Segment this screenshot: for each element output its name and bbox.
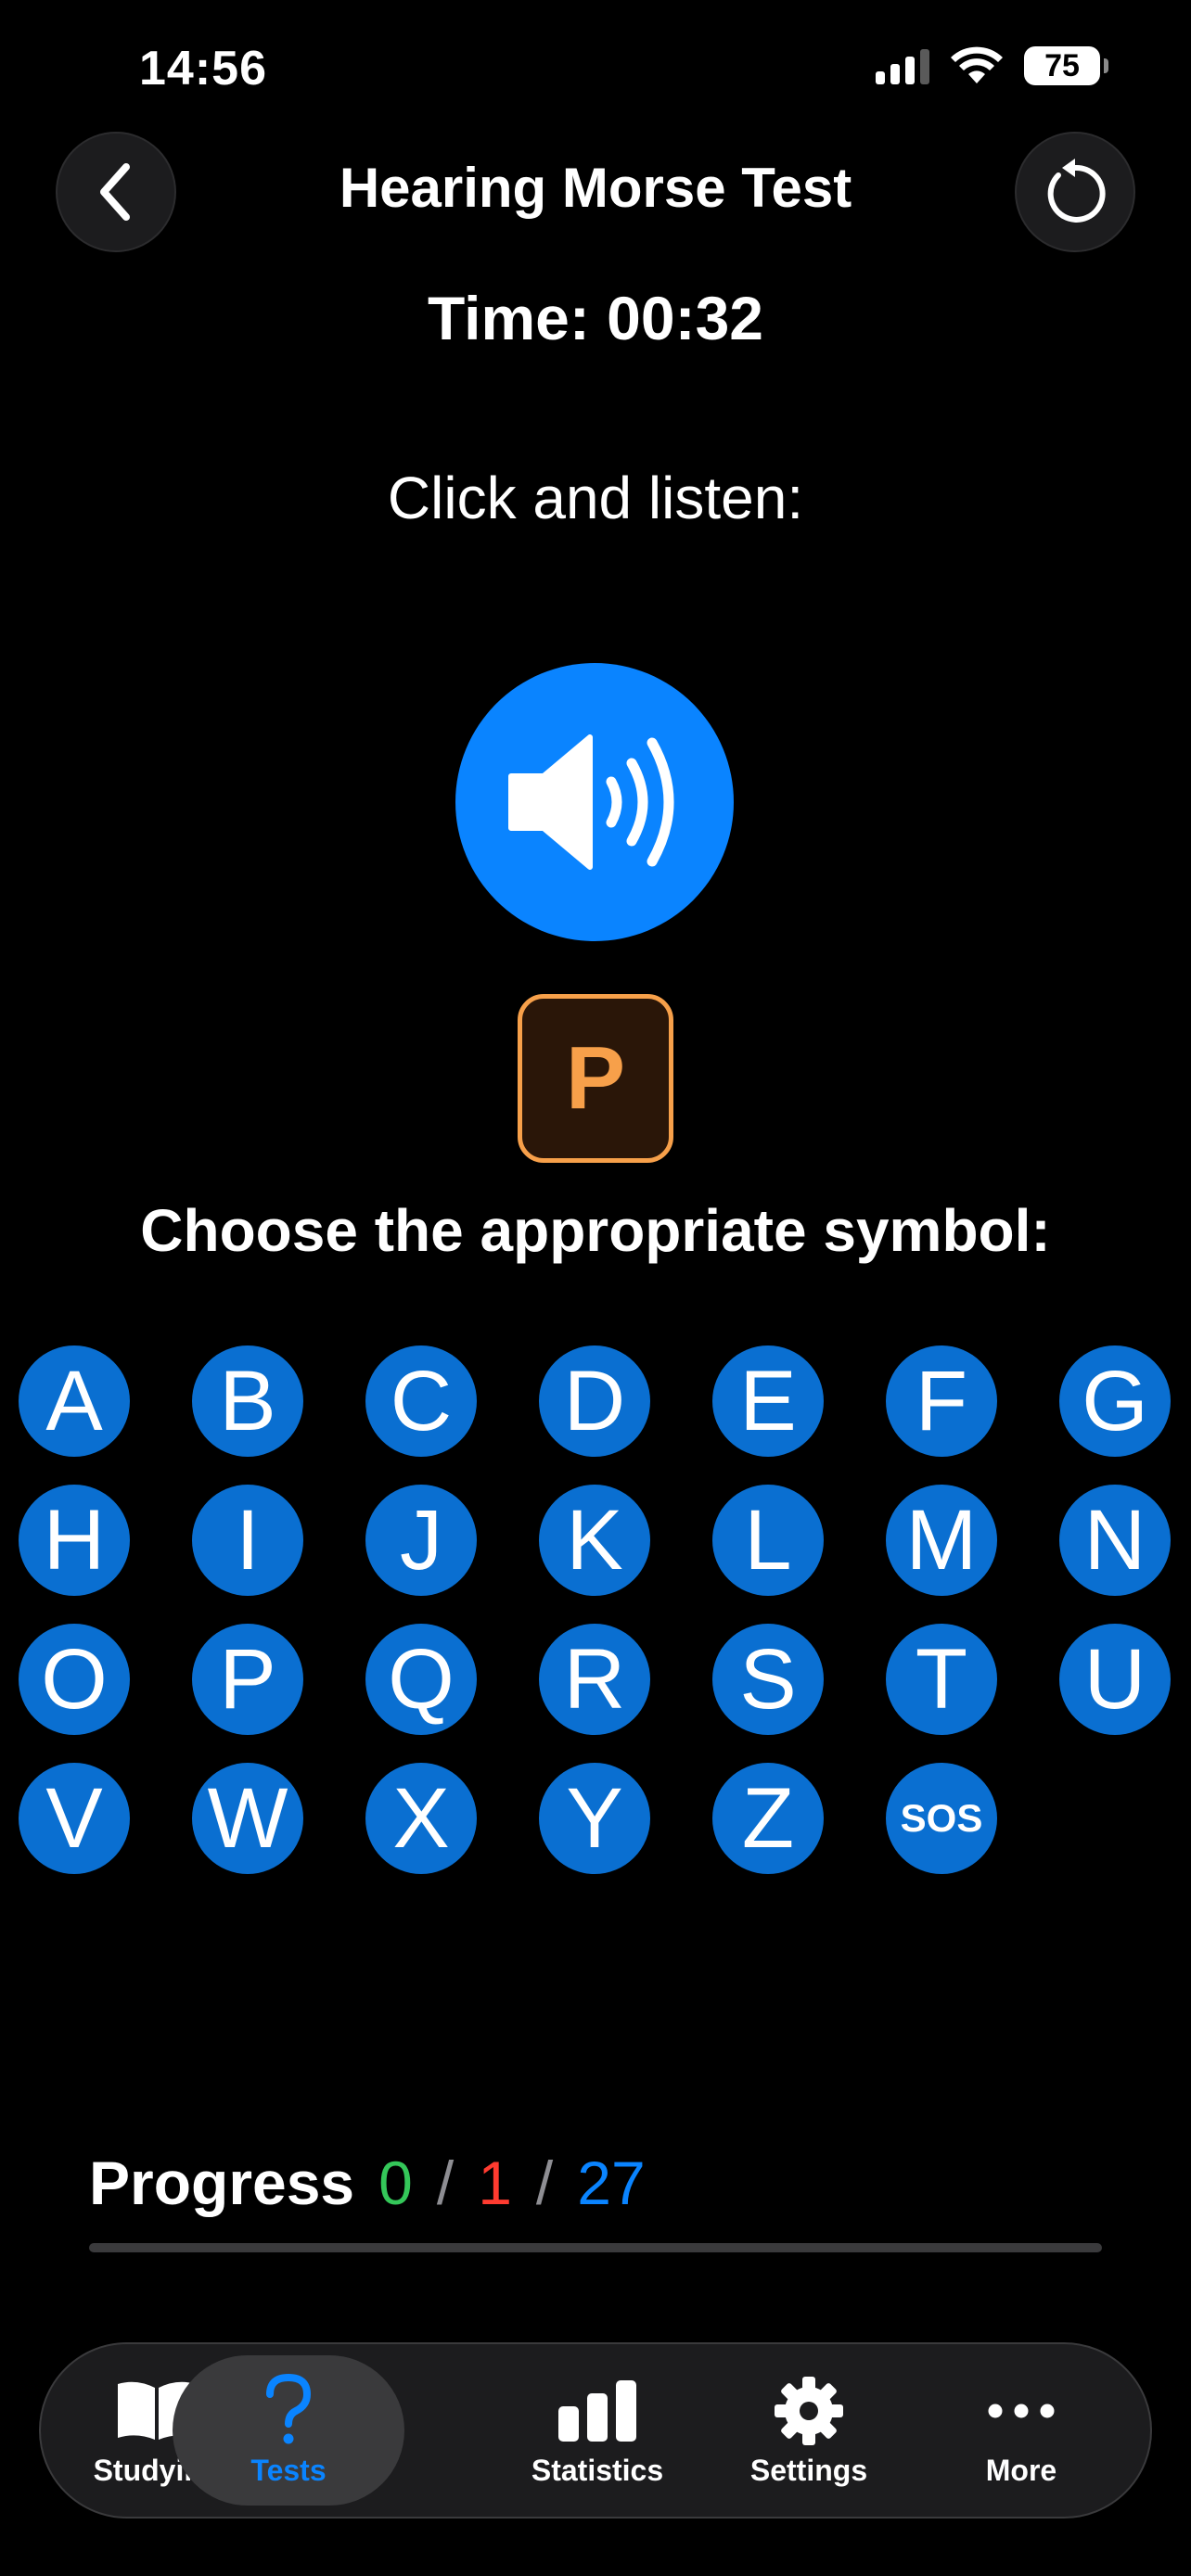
letter-button-j[interactable]: J bbox=[365, 1485, 477, 1596]
status-icons: 75 bbox=[876, 46, 1108, 85]
progress-separator: / bbox=[535, 2149, 554, 2217]
ellipsis-icon bbox=[988, 2404, 1055, 2417]
letter-button-v[interactable]: V bbox=[19, 1763, 130, 1874]
tab-label: Tests bbox=[250, 2453, 327, 2487]
play-sound-button[interactable] bbox=[455, 663, 734, 941]
letter-button-s[interactable]: S bbox=[712, 1624, 824, 1735]
cellular-signal-icon bbox=[876, 47, 929, 84]
letter-button-e[interactable]: E bbox=[712, 1345, 824, 1457]
speaker-icon bbox=[508, 734, 674, 870]
restart-icon bbox=[1047, 159, 1106, 223]
question-mark-icon bbox=[266, 2373, 312, 2443]
letter-button-m[interactable]: M bbox=[886, 1485, 997, 1596]
choose-prompt: Choose the appropriate symbol: bbox=[140, 1197, 1051, 1264]
bar-chart-icon bbox=[558, 2379, 636, 2442]
progress-bar bbox=[89, 2243, 1102, 2252]
battery-icon: 75 bbox=[1024, 46, 1108, 85]
progress-label: Progress bbox=[89, 2149, 355, 2217]
letter-button-w[interactable]: W bbox=[192, 1763, 303, 1874]
letter-button-i[interactable]: I bbox=[192, 1485, 303, 1596]
letter-button-h[interactable]: H bbox=[19, 1485, 130, 1596]
progress-correct: 0 bbox=[378, 2149, 413, 2217]
tab-statistics[interactable]: Statistics bbox=[481, 2355, 713, 2506]
letter-button-k[interactable]: K bbox=[539, 1485, 650, 1596]
letter-button-q[interactable]: Q bbox=[365, 1624, 477, 1735]
letter-button-r[interactable]: R bbox=[539, 1624, 650, 1735]
letter-button-n[interactable]: N bbox=[1059, 1485, 1171, 1596]
progress-wrong: 1 bbox=[478, 2149, 512, 2217]
letter-button-y[interactable]: Y bbox=[539, 1763, 650, 1874]
progress-separator: / bbox=[436, 2149, 455, 2217]
letter-button-b[interactable]: B bbox=[192, 1345, 303, 1457]
letter-button-f[interactable]: F bbox=[886, 1345, 997, 1457]
tab-label: More bbox=[985, 2453, 1057, 2487]
letter-button-z[interactable]: Z bbox=[712, 1763, 824, 1874]
letter-button-o[interactable]: O bbox=[19, 1624, 130, 1735]
letter-button-d[interactable]: D bbox=[539, 1345, 650, 1457]
letter-button-g[interactable]: G bbox=[1059, 1345, 1171, 1457]
letter-button-a[interactable]: A bbox=[19, 1345, 130, 1457]
letter-button-p[interactable]: P bbox=[192, 1624, 303, 1735]
page-title: Hearing Morse Test bbox=[339, 157, 852, 219]
timer: Time: 00:32 bbox=[428, 284, 763, 352]
letter-button-l[interactable]: L bbox=[712, 1485, 824, 1596]
letter-grid: A B C D E F G H I J K L M N O P Q R S T U V W X Y Z SOS bbox=[19, 1345, 1172, 1874]
selected-answer-box: P bbox=[518, 994, 673, 1163]
restart-button[interactable] bbox=[1015, 132, 1135, 252]
letter-button-u[interactable]: U bbox=[1059, 1624, 1171, 1735]
tab-more[interactable]: More bbox=[905, 2355, 1137, 2506]
letter-button-t[interactable]: T bbox=[886, 1624, 997, 1735]
tab-label: Settings bbox=[749, 2453, 868, 2487]
progress-total: 27 bbox=[577, 2149, 646, 2217]
tab-label: Statistics bbox=[531, 2453, 664, 2487]
tab-tests[interactable]: Tests bbox=[173, 2355, 404, 2506]
letter-button-x[interactable]: X bbox=[365, 1763, 477, 1874]
gear-icon bbox=[775, 2376, 843, 2445]
tab-bar: Studying Tests Statistics Settings More bbox=[39, 2342, 1152, 2519]
tab-settings[interactable]: Settings bbox=[693, 2355, 925, 2506]
letter-button-sos[interactable]: SOS bbox=[886, 1763, 997, 1874]
wifi-icon bbox=[951, 46, 1003, 83]
letter-button-c[interactable]: C bbox=[365, 1345, 477, 1457]
instruction-text: Click and listen: bbox=[387, 465, 804, 531]
progress-row: Progress 0 / 1 / 27 bbox=[89, 2148, 646, 2218]
status-time: 14:56 bbox=[139, 42, 267, 96]
